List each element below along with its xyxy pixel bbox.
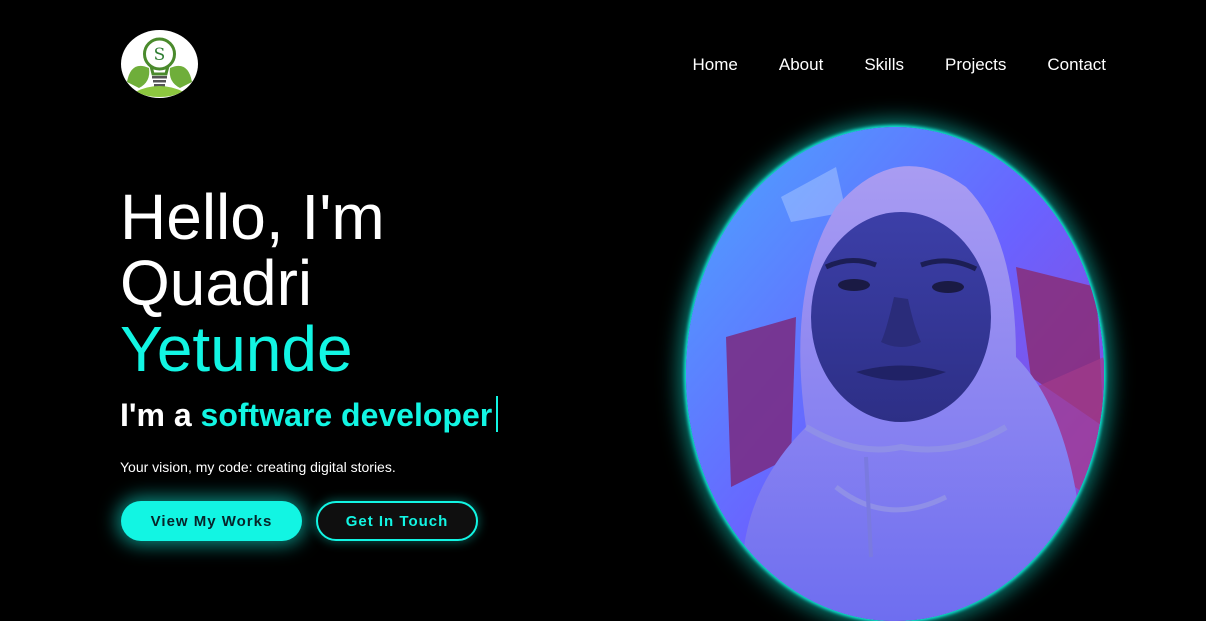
hero-last-name: Yetunde [120,313,353,385]
nav-about[interactable]: About [779,55,823,75]
role-title: software developer [200,397,493,433]
get-in-touch-button[interactable]: Get In Touch [316,501,478,541]
nav-home[interactable]: Home [693,55,738,75]
tagline: Your vision, my code: creating digital s… [120,459,396,475]
nav-projects[interactable]: Projects [945,55,1006,75]
hero-greeting: Hello, I'm [120,181,385,253]
lightbulb-icon: S [127,37,192,97]
site-logo[interactable]: S [121,30,198,98]
hero-first-name: Quadri [120,247,313,319]
landing-page: S Home About Skills Projects Contact Hel… [0,0,1206,621]
profile-portrait-image [686,127,1104,621]
main-nav: Home About Skills Projects Contact [693,55,1106,75]
typing-caret [496,396,499,432]
role-line: I'm a software developer [120,396,499,434]
view-my-works-button[interactable]: View My Works [121,501,302,541]
logo-letter: S [154,45,166,65]
role-prefix: I'm a [120,397,192,433]
hero-heading: Hello, I'm Quadri Yetunde [120,184,640,382]
profile-photo [686,127,1104,621]
nav-contact[interactable]: Contact [1047,55,1106,75]
nav-skills[interactable]: Skills [864,55,904,75]
